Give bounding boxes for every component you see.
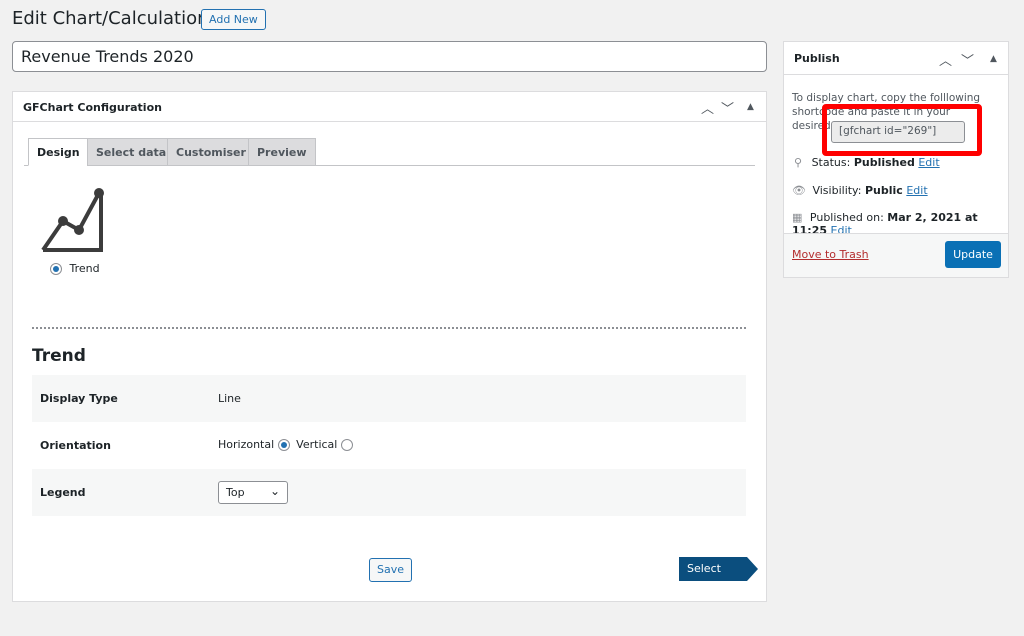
display-type-value: Line bbox=[218, 392, 241, 405]
move-up-icon[interactable]: ︿ bbox=[701, 98, 714, 117]
eye-icon: 👁 bbox=[792, 184, 806, 197]
status-line: ⚲ Status: Published Edit bbox=[794, 156, 940, 169]
config-panel: GFChart Configuration ︿ ﹀ ▲ bbox=[12, 91, 767, 602]
calendar-icon: ▦ bbox=[792, 211, 803, 224]
tab-customiser[interactable]: Customiser bbox=[167, 138, 255, 166]
visibility-label: Visibility: bbox=[812, 184, 862, 197]
tab-design[interactable]: Design bbox=[28, 138, 89, 166]
edit-visibility-link[interactable]: Edit bbox=[906, 184, 927, 197]
edit-status-link[interactable]: Edit bbox=[918, 156, 939, 169]
tab-preview[interactable]: Preview bbox=[248, 138, 316, 166]
divider bbox=[32, 327, 746, 329]
vertical-label: Vertical bbox=[296, 438, 338, 451]
arrow-right-icon bbox=[747, 557, 758, 581]
trend-label: Trend bbox=[69, 262, 100, 275]
legend-value: Top bbox=[226, 486, 245, 499]
legend-select[interactable]: Top ⌄ bbox=[218, 481, 288, 504]
section-title: Trend bbox=[32, 346, 86, 366]
highlight-box bbox=[822, 104, 982, 156]
publish-panel: Publish ︿ ﹀ ▲ To display chart, copy the… bbox=[783, 41, 1009, 278]
title-input[interactable]: Revenue Trends 2020 bbox=[12, 41, 767, 72]
publish-title: Publish bbox=[784, 42, 1008, 75]
orientation-label: Orientation bbox=[40, 439, 111, 452]
legend-row: Legend Top ⌄ bbox=[32, 469, 746, 516]
add-new-button[interactable]: Add New bbox=[201, 9, 266, 30]
save-button[interactable]: Save bbox=[369, 558, 413, 582]
published-label: Published on: bbox=[809, 211, 884, 224]
collapse-icon[interactable]: ▲ bbox=[990, 54, 997, 64]
collapse-icon[interactable]: ▲ bbox=[747, 102, 754, 112]
display-type-row: Display Type Line bbox=[32, 375, 746, 422]
next-select-data-button[interactable]: Select data bbox=[679, 557, 747, 599]
move-down-icon[interactable]: ﹀ bbox=[961, 50, 974, 69]
visibility-value: Public bbox=[864, 184, 903, 197]
horizontal-label: Horizontal bbox=[218, 438, 275, 451]
update-button[interactable]: Update bbox=[945, 241, 1001, 268]
page-title: Edit Chart/Calculation bbox=[12, 8, 209, 29]
trend-chart-icon[interactable] bbox=[38, 184, 110, 254]
display-type-label: Display Type bbox=[40, 392, 118, 405]
config-title: GFChart Configuration bbox=[13, 92, 766, 122]
legend-label: Legend bbox=[40, 486, 86, 499]
visibility-line: 👁 Visibility: Public Edit bbox=[792, 184, 928, 197]
chevron-down-icon: ⌄ bbox=[269, 484, 280, 498]
status-label: Status: bbox=[811, 156, 851, 169]
pin-icon: ⚲ bbox=[794, 156, 803, 169]
move-to-trash-link[interactable]: Move to Trash bbox=[792, 248, 869, 261]
orientation-row: Orientation Horizontal Vertical bbox=[32, 422, 746, 469]
vertical-radio[interactable] bbox=[340, 439, 353, 451]
tab-select-data[interactable]: Select data bbox=[87, 138, 176, 166]
move-up-icon[interactable]: ︿ bbox=[939, 50, 952, 69]
trend-radio[interactable] bbox=[50, 263, 62, 275]
horizontal-radio[interactable] bbox=[277, 439, 290, 451]
move-down-icon[interactable]: ﹀ bbox=[721, 98, 734, 117]
status-value: Published bbox=[853, 156, 915, 169]
